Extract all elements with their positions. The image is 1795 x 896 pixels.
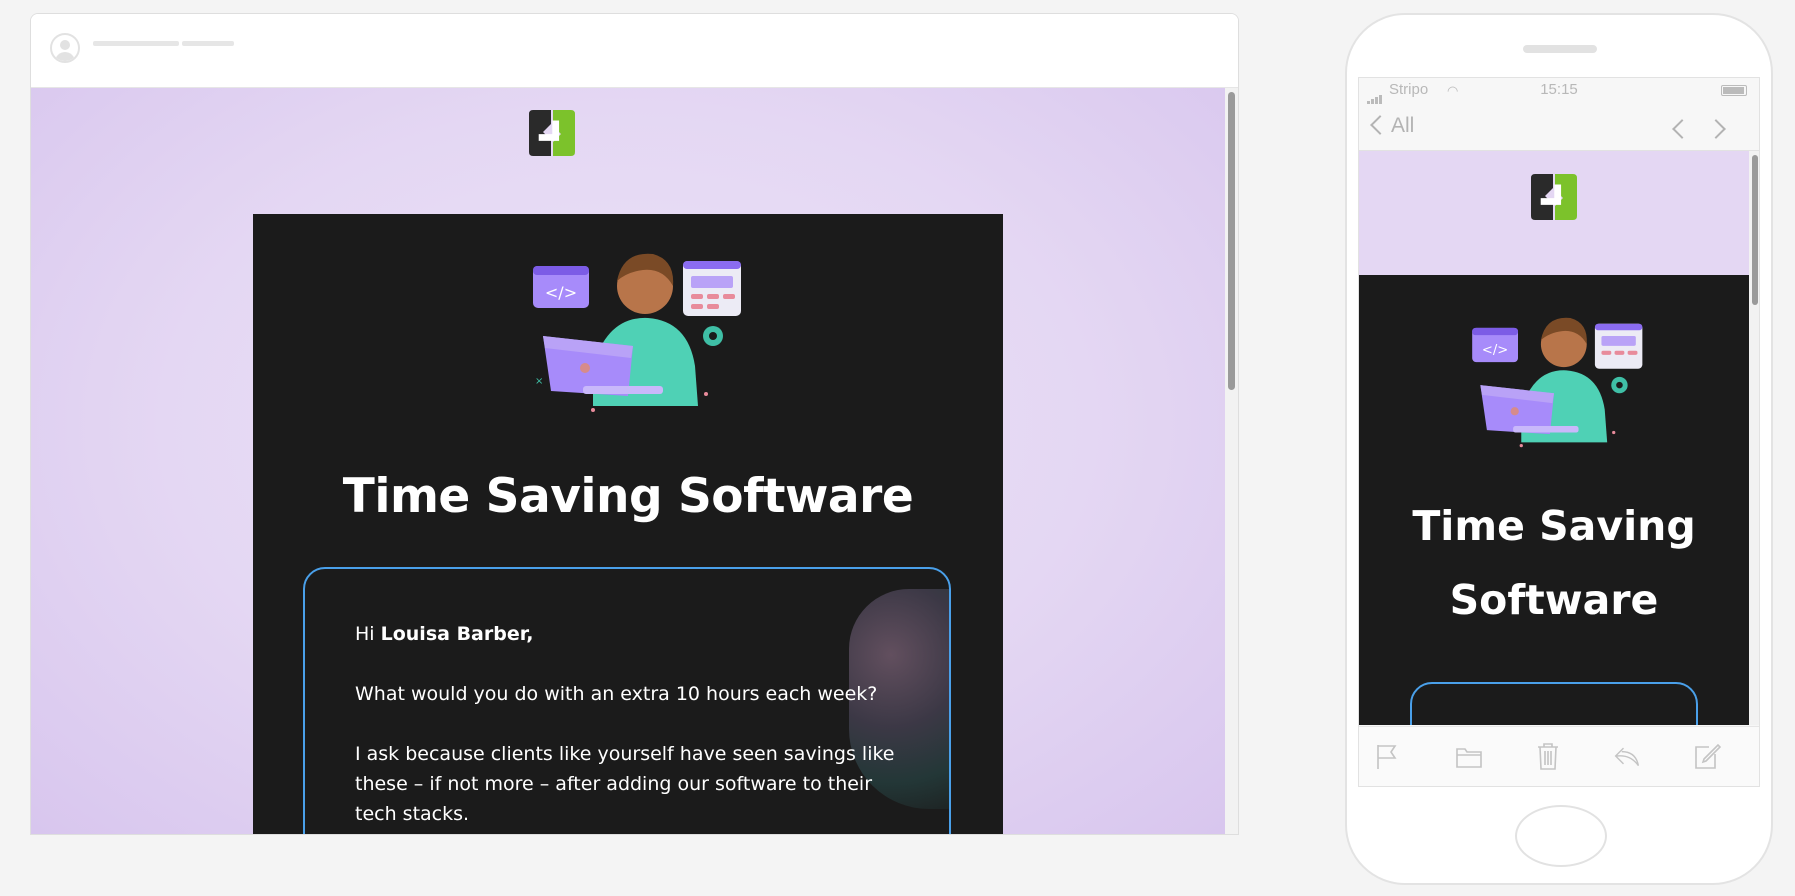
flag-icon[interactable] [1373,741,1401,771]
phone-screen: Stripo ◠ 15:15 All </> Time Saving Softw… [1358,77,1760,787]
svg-text:×: × [535,376,543,387]
mobile-title-line-2: Software [1449,576,1659,624]
folder-icon[interactable] [1455,741,1483,771]
mail-navbar: All [1359,104,1759,151]
chevron-left-icon [1370,115,1390,135]
mobile-message-box [1410,682,1698,725]
email-body-card: </> × Time Saving Software Hi Louisa Bar… [253,214,1003,834]
reply-icon[interactable] [1613,741,1641,771]
mobile-email-header [1359,151,1749,275]
desktop-preview: </> × Time Saving Software Hi Louisa Bar… [30,13,1239,835]
previous-message-icon[interactable] [1672,119,1692,139]
mobile-developer-illustration-icon: </> [1464,311,1644,451]
back-label: All [1391,114,1415,137]
mail-toolbar [1359,726,1759,786]
sender-avatar-icon [50,33,80,63]
desktop-scrollbar-thumb[interactable] [1228,92,1235,390]
greeting: Hi Louisa Barber, [355,619,915,649]
paragraph-2: I ask because clients like yourself have… [355,743,895,825]
email-title: Time Saving Software [342,469,914,524]
svg-text:</>: </> [545,283,577,302]
desktop-scrollbar[interactable] [1225,88,1238,834]
sender-email-placeholder [182,41,234,46]
home-button[interactable] [1515,805,1607,867]
mobile-title-line-1: Time Saving [1412,502,1696,550]
mobile-preview: Stripo ◠ 15:15 All </> Time Saving Softw… [1345,13,1773,885]
mobile-email-canvas: </> Time Saving Software [1359,151,1749,725]
email-client-header [31,14,1238,88]
mobile-scrollbar-thumb[interactable] [1752,155,1758,305]
mobile-email-title: Time Saving Software [1359,489,1749,637]
trash-icon[interactable] [1534,741,1562,771]
sender-name-placeholder [93,41,179,46]
battery-icon [1721,85,1747,96]
paragraph-1: What would you do with an extra 10 hours… [355,683,878,705]
phone-speaker [1523,45,1597,53]
next-message-icon[interactable] [1706,119,1726,139]
message-box: Hi Louisa Barber, What would you do with… [303,567,951,834]
developer-illustration-icon: </> × [523,246,743,416]
back-button[interactable]: All [1369,114,1414,138]
email-canvas: </> × Time Saving Software Hi Louisa Bar… [31,88,1225,834]
greeting-prefix: Hi [355,623,375,645]
compose-icon[interactable] [1693,741,1721,771]
status-bar: Stripo ◠ 15:15 [1359,78,1759,104]
mobile-scrollbar[interactable] [1749,151,1759,725]
svg-text:</>: </> [1482,343,1508,358]
recipient-name: Louisa Barber, [380,623,534,645]
message-text: Hi Louisa Barber, What would you do with… [355,619,915,834]
mobile-brand-logo-icon [1531,174,1577,220]
brand-logo-icon [529,110,575,156]
status-time: 15:15 [1540,81,1578,98]
